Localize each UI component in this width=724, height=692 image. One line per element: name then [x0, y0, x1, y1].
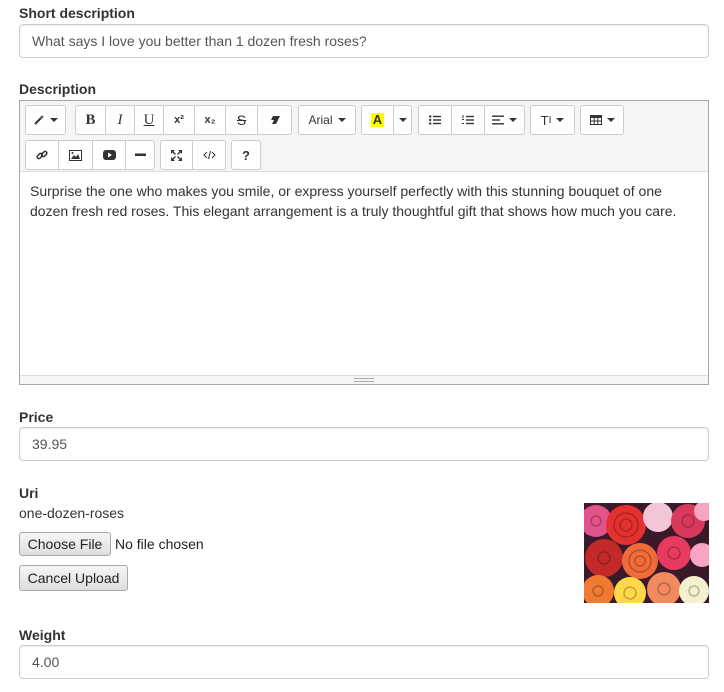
table-dropdown[interactable]: [580, 105, 624, 135]
link-icon: [36, 149, 48, 161]
choose-file-button[interactable]: Choose File: [19, 532, 111, 556]
unordered-list-button[interactable]: [418, 105, 452, 135]
fullscreen-button[interactable]: [160, 140, 193, 170]
uri-value: one-dozen-roses: [19, 505, 125, 521]
eraser-icon: [268, 115, 282, 125]
picture-icon: [69, 149, 82, 161]
subscript-button[interactable]: x₂: [194, 105, 226, 135]
no-file-chosen-text: No file chosen: [115, 536, 204, 552]
price-input[interactable]: 39.95: [19, 427, 709, 461]
editor-toolbar: B I U x² x₂ S Arial A T I ?: [20, 101, 708, 172]
chevron-down-icon: [398, 118, 407, 122]
description-label: Description: [19, 81, 97, 97]
text-style-dropdown[interactable]: TI: [530, 105, 575, 135]
price-label: Price: [19, 409, 54, 425]
magic-wand-icon: [33, 114, 45, 126]
bold-button[interactable]: B: [75, 105, 106, 135]
editor-content[interactable]: Surprise the one who makes you smile, or…: [30, 181, 698, 221]
product-image-roses: [584, 503, 709, 603]
superscript-icon: x²: [174, 114, 184, 126]
insert-picture-button[interactable]: [58, 140, 93, 170]
strikethrough-button[interactable]: S: [225, 105, 258, 135]
highlight-color-icon: A: [370, 112, 385, 127]
ordered-list-button[interactable]: [451, 105, 485, 135]
paragraph-align-dropdown[interactable]: [484, 105, 525, 135]
color-dropdown-button[interactable]: [393, 105, 412, 135]
font-name-value: Arial: [308, 113, 333, 127]
font-name-dropdown[interactable]: Arial: [298, 105, 356, 135]
help-icon: ?: [242, 147, 250, 163]
insert-link-button[interactable]: [25, 140, 59, 170]
video-icon: [102, 150, 116, 160]
uri-label: Uri: [19, 485, 39, 501]
fullscreen-icon: [171, 149, 182, 161]
italic-icon: I: [117, 111, 123, 128]
clear-format-button[interactable]: [257, 105, 292, 135]
code-icon: [202, 150, 216, 160]
horizontal-rule-button[interactable]: [125, 140, 155, 170]
subscript-icon: x₂: [204, 114, 216, 126]
strikethrough-icon: S: [236, 112, 247, 128]
minus-icon: [134, 153, 146, 157]
cancel-upload-button[interactable]: Cancel Upload: [19, 565, 128, 591]
bold-icon: B: [85, 111, 96, 128]
table-icon: [589, 115, 602, 125]
style-magic-button[interactable]: [25, 105, 66, 135]
rich-text-editor: B I U x² x₂ S Arial A T I ? Surprise the…: [19, 100, 709, 385]
short-description-label: Short description: [19, 5, 135, 21]
highlight-color-button[interactable]: A: [361, 105, 394, 135]
italic-button[interactable]: I: [105, 105, 135, 135]
resize-grip-icon: [354, 378, 374, 382]
short-description-input[interactable]: What says I love you better than 1 dozen…: [19, 24, 709, 58]
bullet-list-icon: [429, 115, 441, 125]
text-height-icon: T: [540, 112, 549, 128]
weight-input[interactable]: 4.00: [19, 645, 709, 679]
superscript-button[interactable]: x²: [163, 105, 195, 135]
weight-label: Weight: [19, 627, 66, 643]
insert-video-button[interactable]: [92, 140, 126, 170]
numbered-list-icon: [462, 114, 474, 126]
code-view-button[interactable]: [192, 140, 226, 170]
underline-icon: U: [143, 111, 155, 128]
help-button[interactable]: ?: [231, 140, 261, 170]
editor-resize-bar[interactable]: [20, 375, 708, 384]
underline-button[interactable]: U: [134, 105, 164, 135]
align-left-icon: [492, 115, 504, 125]
